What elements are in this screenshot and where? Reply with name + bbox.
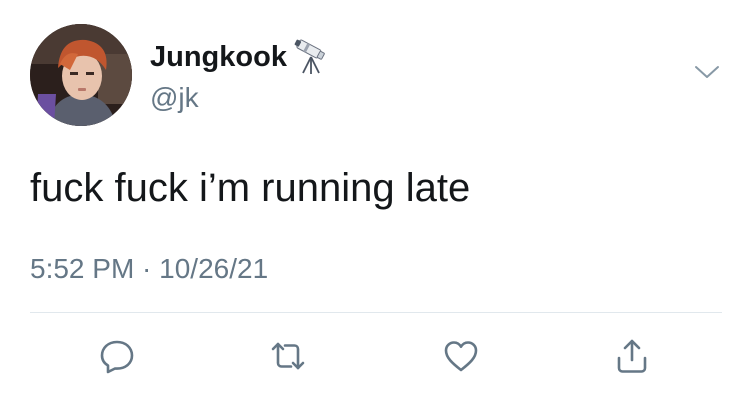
reply-button[interactable] (97, 336, 137, 376)
speech-bubble-icon (100, 340, 134, 374)
tweet-text: fuck fuck i’m running late (30, 166, 471, 210)
share-icon (617, 339, 647, 373)
more-options-chevron-icon[interactable] (694, 64, 720, 80)
retweet-button[interactable] (268, 336, 308, 376)
like-button[interactable] (441, 336, 481, 376)
retweet-arrows-icon (271, 342, 305, 370)
heart-icon (444, 341, 478, 372)
author-name-text: Jungkook (150, 41, 287, 73)
tweet-timestamp[interactable]: 5:52 PM · 10/26/21 (30, 253, 268, 285)
share-button[interactable] (612, 336, 652, 376)
author-display-name[interactable]: Jungkook (150, 37, 329, 85)
author-handle[interactable]: @jk (150, 82, 199, 114)
avatar[interactable] (30, 24, 132, 126)
divider (30, 312, 722, 313)
telescope-emoji-icon (289, 37, 329, 85)
